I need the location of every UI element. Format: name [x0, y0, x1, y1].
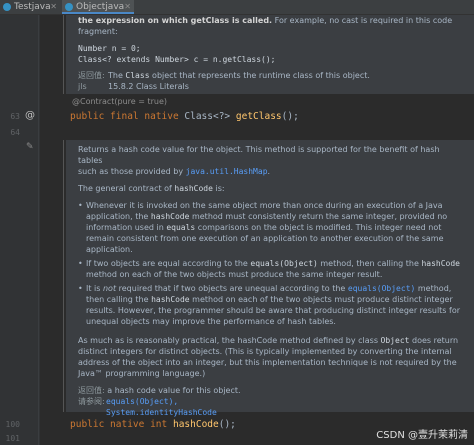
tab-testjava[interactable]: Testjava ✕ — [0, 0, 60, 14]
fold-doc-icon[interactable]: ✎ — [26, 142, 34, 152]
doc-text: Java™ programming language.) — [78, 369, 206, 378]
list-item: If two objects are equal according to th… — [78, 258, 464, 280]
doc-text: application. — [86, 245, 133, 254]
doc-text: is: — [212, 184, 225, 193]
returns-label: 返回值: — [78, 71, 105, 80]
doc-text: 15.8.2 Class Literals — [108, 82, 189, 91]
see-also-label: 请参阅: — [78, 397, 105, 406]
doc-text: address of the object into an integer, b… — [78, 358, 457, 367]
doc-text: fragment: — [78, 27, 118, 36]
code-line-getclass[interactable]: public final native Class<?> getClass(); — [70, 111, 299, 122]
line-number: 100 — [5, 420, 20, 429]
doc-link-equals[interactable]: equals(Object), — [106, 397, 178, 406]
list-item: Whenever it is invoked on the same objec… — [78, 200, 464, 255]
doc-divider — [63, 140, 64, 412]
override-marker-icon[interactable]: @ — [25, 110, 35, 121]
tab-label: Testjava — [14, 2, 51, 12]
doc-text: The — [108, 71, 126, 80]
contract-annotation[interactable]: @Contract(pure = true) — [72, 97, 167, 106]
doc-mono: hashCode — [174, 184, 213, 193]
watermark: CSDN @壹升茉莉清 — [376, 430, 468, 441]
doc-text: a hash code value for this object. — [104, 386, 241, 395]
doc-text: results. However, the programmer should … — [86, 306, 461, 315]
java-file-icon — [65, 3, 73, 11]
contract-list: Whenever it is invoked on the same objec… — [78, 200, 464, 327]
doc-code-line: Class<? extends Number> c = n.getClass()… — [78, 55, 276, 64]
doc-text: object that represents the runtime class… — [149, 71, 370, 80]
fold-gutter — [38, 15, 39, 445]
doc-text: remain consistent from one execution of … — [86, 234, 444, 243]
doc-link-hashmap[interactable]: java.util.HashMap — [186, 167, 268, 176]
doc-text: distinct integers for distinct objects. … — [78, 347, 452, 356]
doc-link-equals[interactable]: equals(Object) — [348, 284, 415, 293]
doc-text: Returns a hash code value for the object… — [78, 145, 440, 165]
doc-text: Whenever it is invoked on the same objec… — [86, 201, 443, 210]
doc-text: the expression on which getClass is call… — [78, 16, 273, 25]
list-item: It is not required that if two objects a… — [78, 283, 464, 327]
line-number: 101 — [5, 434, 20, 443]
doc-text: . — [267, 167, 271, 176]
editor-tab-bar: Testjava ✕ Objectjava ✕ — [0, 0, 474, 15]
code-line-hashcode[interactable]: public native int hashCode(); — [70, 419, 236, 430]
doc-link-identityhashcode[interactable]: System.identityHashCode — [106, 408, 217, 417]
line-number: 63 — [10, 112, 20, 121]
rendered-javadoc-getclass: the expression on which getClass is call… — [63, 15, 474, 94]
doc-text: For example, no cast is required in this… — [272, 16, 453, 25]
tab-label: Objectjava — [76, 2, 125, 12]
java-file-icon — [3, 3, 11, 11]
rendered-javadoc-hashcode: Returns a hash code value for the object… — [63, 140, 474, 417]
tab-objectjava[interactable]: Objectjava ✕ — [62, 0, 134, 14]
doc-text: The general contract of — [78, 184, 175, 193]
line-number: 64 — [10, 128, 20, 137]
returns-label: 返回值: — [78, 386, 105, 395]
line-number-gutter — [0, 15, 40, 445]
doc-text: method on each of the two objects must p… — [86, 270, 383, 279]
close-icon[interactable]: ✕ — [124, 0, 131, 14]
doc-text: unequal objects may improve the performa… — [86, 317, 336, 326]
close-icon[interactable]: ✕ — [50, 0, 57, 14]
doc-mono: Class — [125, 71, 150, 80]
jls-label: jls — [78, 82, 87, 91]
doc-code-line: Number n = 0; — [78, 44, 141, 53]
doc-text: such as those provided by — [78, 167, 186, 176]
doc-divider — [63, 15, 64, 94]
